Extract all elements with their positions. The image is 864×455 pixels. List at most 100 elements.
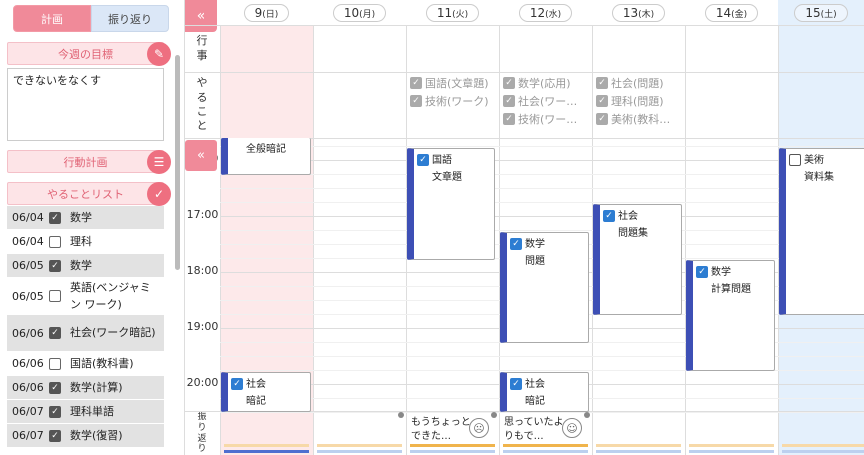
day-header[interactable]: 15(土): [778, 0, 864, 25]
task-checkbox[interactable]: ✓: [503, 113, 515, 125]
event-card[interactable]: 美術 資料集: [779, 148, 864, 315]
todo-checkbox[interactable]: ✓: [49, 211, 61, 224]
todo-date: 06/07: [12, 429, 44, 442]
todo-checkbox[interactable]: [49, 357, 61, 370]
todo-task[interactable]: ✓ 美術(教科…: [596, 111, 682, 127]
row-label-events: 行事: [185, 25, 220, 72]
todo-task[interactable]: ✓ 国語(文章題): [410, 75, 496, 91]
todo-checkbox[interactable]: ✓: [49, 259, 61, 272]
day-column[interactable]: [313, 25, 406, 455]
todo-item[interactable]: 06/07 ✓ 理科単語: [7, 400, 164, 424]
sidebar-scrollbar[interactable]: [175, 55, 180, 270]
action-plan-title: 行動計画: [63, 155, 108, 169]
tab-plan[interactable]: 計画: [13, 5, 91, 32]
todo-item[interactable]: 06/06 国語(教科書): [7, 352, 164, 376]
reflection-text[interactable]: 思っていたよりもで…: [504, 416, 564, 443]
event-checkbox[interactable]: ✓: [231, 378, 243, 390]
todo-item[interactable]: 06/04 ✓ 数学: [7, 206, 164, 230]
todo-checkbox[interactable]: [49, 235, 61, 248]
pencil-icon[interactable]: ✎: [147, 42, 171, 66]
event-title: 数学: [711, 267, 731, 278]
day-pill[interactable]: 12(水): [518, 3, 573, 22]
day-header[interactable]: 12(水): [499, 0, 592, 25]
event-title: 美術: [804, 155, 824, 166]
todo-item[interactable]: 06/07 ✓ 数学(復習): [7, 424, 164, 448]
event-card[interactable]: ✓ 数学 計算問題: [686, 260, 775, 371]
event-checkbox[interactable]: ✓: [603, 210, 615, 222]
event-title: 社会: [618, 211, 638, 222]
day-pill[interactable]: 10(月): [332, 3, 387, 22]
todo-checkbox[interactable]: [49, 290, 61, 302]
day-number: 12: [529, 5, 546, 20]
smile-face-icon[interactable]: ☺: [562, 418, 582, 438]
todo-checkbox[interactable]: ✓: [49, 429, 61, 442]
day-header[interactable]: 14(金): [685, 0, 778, 25]
sad-face-icon[interactable]: ☹: [469, 418, 489, 438]
review-row-label: 振り返り: [197, 411, 208, 455]
todo-task[interactable]: ✓ 数学(応用): [503, 75, 589, 91]
day-header[interactable]: 9(日): [220, 0, 313, 25]
day-number: 14: [715, 5, 732, 20]
task-checkbox[interactable]: ✓: [596, 95, 608, 107]
todo-item[interactable]: 06/04 理科: [7, 230, 164, 254]
todo-label: 理科単語: [70, 404, 114, 418]
day-pill[interactable]: 9(日): [243, 3, 290, 22]
day-pill[interactable]: 11(火): [425, 3, 480, 22]
todo-task[interactable]: ✓ 技術(ワーク): [410, 93, 496, 109]
day-header[interactable]: 11(火): [406, 0, 499, 25]
goal-text-field[interactable]: できないをなくす: [7, 68, 164, 141]
day-column[interactable]: [685, 25, 778, 455]
todo-item[interactable]: 06/06 ✓ 社会(ワーク暗記): [7, 315, 164, 352]
task-label: 数学(応用): [518, 77, 571, 90]
day-pill[interactable]: 13(木): [611, 3, 666, 22]
event-card[interactable]: ✓ 社会 暗記: [500, 372, 589, 412]
todo-label: 理科: [70, 234, 92, 248]
day-number: 15: [805, 5, 821, 20]
todo-task[interactable]: ✓ 社会(ワー…: [503, 93, 589, 109]
event-card[interactable]: 全般暗記: [221, 138, 311, 175]
tab-review[interactable]: 振り返り: [91, 5, 169, 32]
event-subtitle: 資料集: [804, 172, 834, 183]
task-checkbox[interactable]: ✓: [410, 95, 422, 107]
day-pill[interactable]: 14(金): [704, 3, 759, 22]
reflection-text[interactable]: もうちょっとできた…: [411, 416, 471, 443]
event-card[interactable]: ✓ 社会 暗記: [221, 372, 311, 412]
todo-checkbox[interactable]: ✓: [49, 405, 61, 418]
day-header[interactable]: 10(月): [313, 0, 406, 25]
time-label: 18:00: [186, 264, 219, 277]
todo-task[interactable]: ✓ 技術(ワー…: [503, 111, 589, 127]
event-card[interactable]: ✓ 数学 問題: [500, 232, 589, 343]
todo-item[interactable]: 06/06 ✓ 数学(計算): [7, 376, 164, 400]
divider: [185, 25, 864, 26]
event-title: 社会: [246, 379, 266, 390]
event-card[interactable]: ✓ 社会 問題集: [593, 204, 682, 315]
task-checkbox[interactable]: ✓: [596, 77, 608, 89]
todo-checkbox[interactable]: ✓: [49, 381, 61, 394]
task-checkbox[interactable]: ✓: [410, 77, 422, 89]
event-checkbox[interactable]: ✓: [417, 154, 429, 166]
scroll-up-button[interactable]: «: [185, 140, 217, 171]
todo-task[interactable]: ✓ 社会(問題): [596, 75, 682, 91]
event-checkbox[interactable]: ✓: [510, 238, 522, 250]
hour-line: [220, 160, 864, 161]
task-checkbox[interactable]: ✓: [503, 95, 515, 107]
day-header[interactable]: 13(木): [592, 0, 685, 25]
list-icon[interactable]: ☰: [147, 150, 171, 174]
goal-header: 今週の目標 ✎: [7, 42, 171, 66]
check-circle-icon[interactable]: ✓: [147, 182, 171, 206]
todo-checkbox[interactable]: ✓: [49, 327, 61, 339]
slot-line: [220, 146, 864, 147]
task-checkbox[interactable]: ✓: [596, 113, 608, 125]
task-checkbox[interactable]: ✓: [503, 77, 515, 89]
todo-item[interactable]: 06/05 英語(ベンジャミン ワーク): [7, 278, 164, 315]
event-checkbox[interactable]: ✓: [510, 378, 522, 390]
event-card[interactable]: ✓ 国語 文章題: [407, 148, 495, 260]
event-checkbox[interactable]: [789, 154, 801, 166]
todo-date: 06/06: [12, 357, 44, 370]
day-of-week: (火): [452, 9, 469, 20]
todo-item[interactable]: 06/05 ✓ 数学: [7, 254, 164, 278]
day-pill[interactable]: 15(土): [794, 3, 848, 22]
action-plan-header[interactable]: 行動計画 ☰: [7, 150, 171, 174]
todo-task[interactable]: ✓ 理科(問題): [596, 93, 682, 109]
event-checkbox[interactable]: ✓: [696, 266, 708, 278]
